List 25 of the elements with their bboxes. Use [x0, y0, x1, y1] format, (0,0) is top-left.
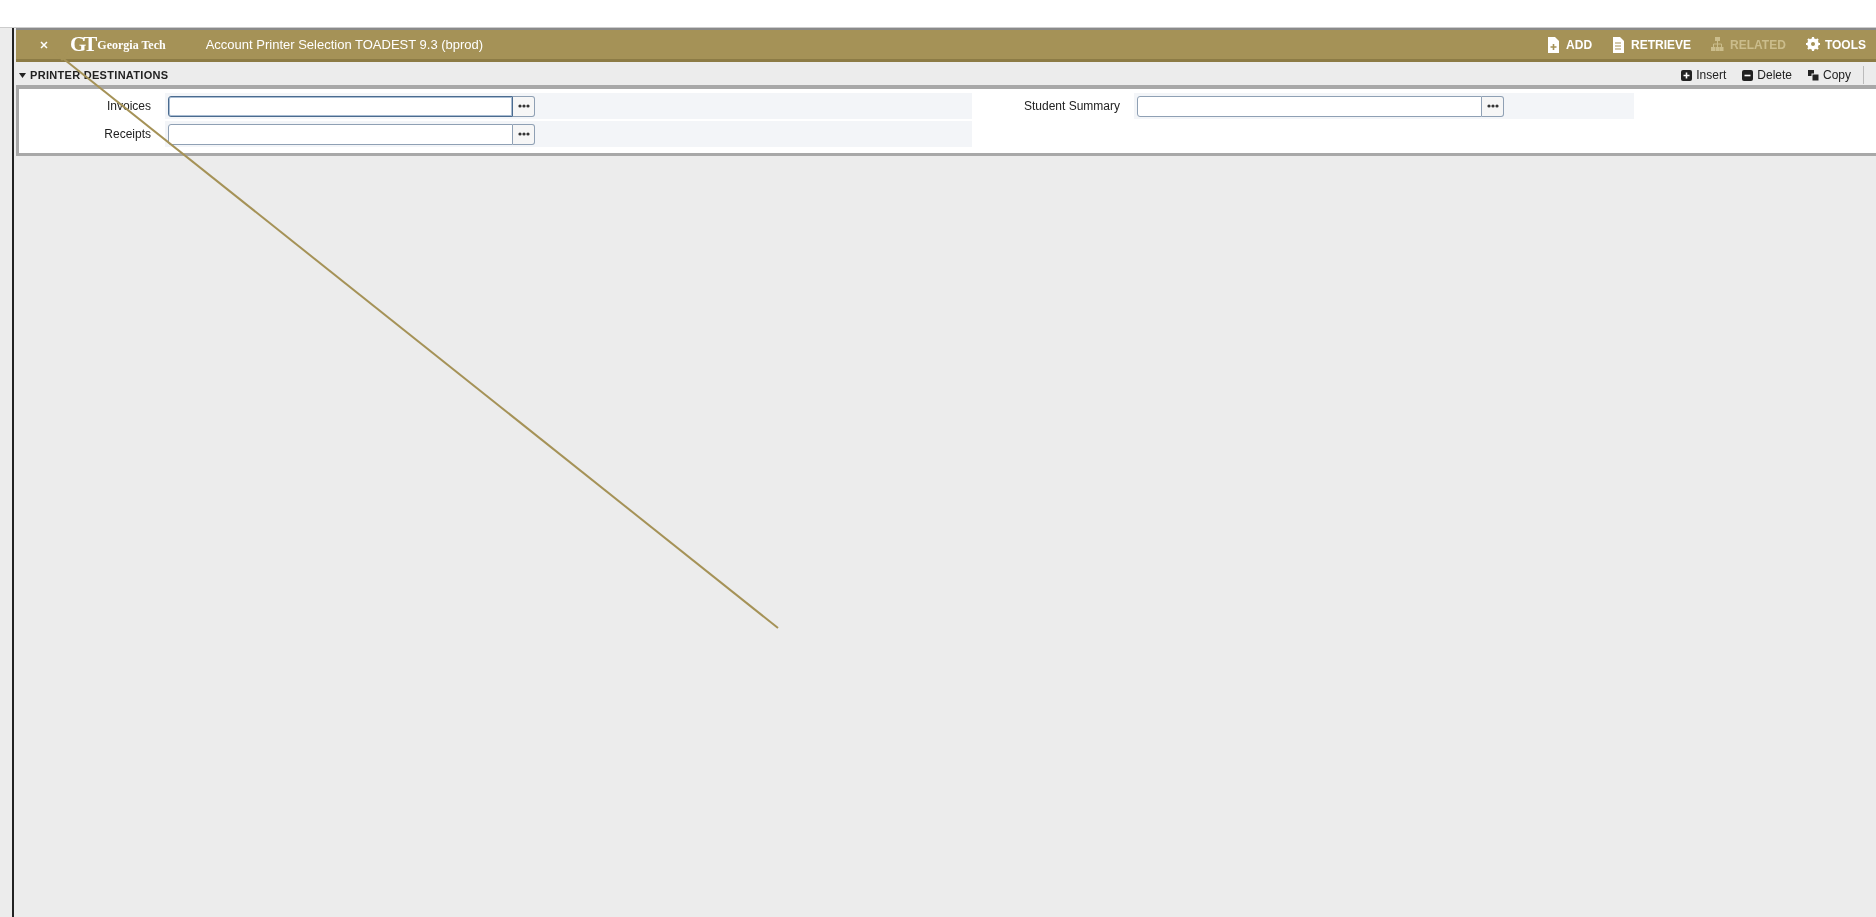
caret-icon [19, 72, 26, 78]
document-icon [1612, 36, 1627, 53]
ellipsis-icon [517, 132, 530, 136]
gear-icon [1805, 36, 1820, 53]
field-label: Student Summary [1022, 98, 1121, 115]
lookup-button[interactable] [513, 123, 535, 145]
lookup-button[interactable] [513, 95, 535, 117]
copy-icon [1808, 69, 1819, 81]
copy-button[interactable]: Copy [1800, 66, 1859, 84]
input-field[interactable] [168, 95, 513, 117]
input-field[interactable] [1137, 95, 1482, 117]
page-title: Account Printer Selection TOADEST 9.3 (bprod) [205, 35, 484, 54]
logo: GTGeorgia Tech [70, 34, 166, 55]
insert-button[interactable]: Insert [1673, 66, 1735, 84]
field-label: Receipts [103, 126, 152, 143]
delete-button[interactable]: Delete [1734, 66, 1800, 84]
minus-square-icon [1742, 69, 1754, 81]
lookup-button[interactable] [1482, 95, 1504, 117]
ellipsis-icon [1486, 104, 1499, 108]
hierarchy-icon [1711, 36, 1726, 53]
file-plus-icon [1547, 36, 1562, 53]
plus-square-icon [1681, 69, 1693, 81]
section-toggle[interactable]: PRINTER DESTINATIONS [16, 66, 177, 84]
ellipsis-icon [517, 104, 530, 108]
input-field[interactable] [168, 123, 513, 145]
